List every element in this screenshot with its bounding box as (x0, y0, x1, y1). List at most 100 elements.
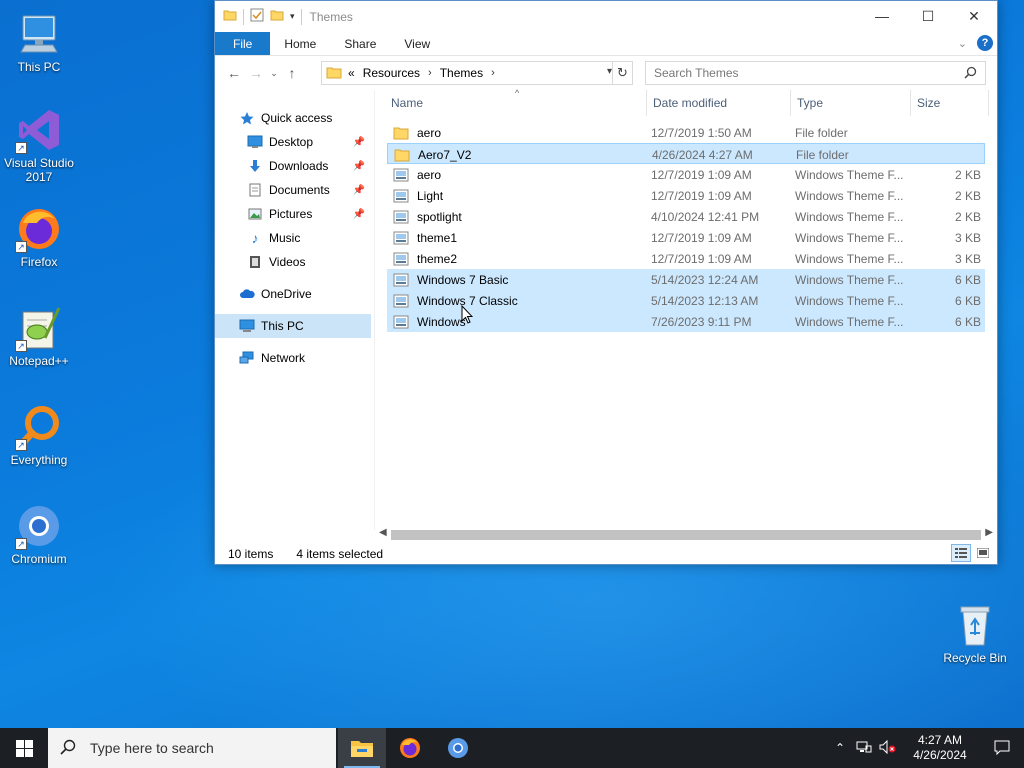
file-row[interactable]: spotlight 4/10/2024 12:41 PM Windows The… (387, 206, 985, 227)
taskbar-firefox[interactable] (386, 728, 434, 768)
desktop-icon-label: Everything (10, 453, 68, 467)
nav-item-onedrive[interactable]: OneDrive (215, 282, 371, 306)
breadcrumb-themes[interactable]: Themes (440, 66, 483, 80)
file-row[interactable]: Windows 7 Classic 5/14/2023 12:13 AM Win… (387, 290, 985, 311)
address-bar[interactable]: « Resources › Themes › ▾ ↻ (321, 61, 633, 85)
desktop-icon (247, 134, 263, 150)
picture-icon (247, 206, 263, 222)
tab-share[interactable]: Share (330, 32, 390, 55)
desktop-icon-label: Visual Studio 2017 (4, 156, 74, 184)
back-arrow-icon[interactable]: ← (223, 65, 245, 81)
nav-item-music[interactable]: ♪ Music (215, 226, 371, 250)
scrollbar-thumb[interactable] (391, 530, 981, 540)
file-row[interactable]: theme1 12/7/2019 1:09 AM Windows Theme F… (387, 227, 985, 248)
scroll-right-arrow-icon[interactable]: ▶ (985, 527, 993, 538)
visual-studio-icon: ↗ (15, 106, 63, 154)
desktop-icon-firefox[interactable]: ↗ Firefox (0, 205, 78, 269)
file-row[interactable]: aero 12/7/2019 1:09 AM Windows Theme F..… (387, 164, 985, 185)
forward-arrow-icon[interactable]: → (245, 65, 267, 81)
file-row[interactable]: aero 12/7/2019 1:50 AM File folder (387, 122, 985, 143)
nav-item-videos[interactable]: Videos (215, 250, 371, 274)
maximize-button[interactable]: ☐ (905, 1, 951, 31)
minimize-button[interactable]: — (859, 1, 905, 31)
windows-logo-icon (15, 739, 33, 757)
large-icons-view-icon[interactable] (973, 544, 993, 562)
nav-item-desktop[interactable]: Desktop 📌 (215, 130, 371, 154)
nav-item-this-pc[interactable]: This PC (215, 314, 371, 338)
desktop-icon-notepad-plus-plus[interactable]: ↗ Notepad++ (0, 304, 78, 368)
details-view-icon[interactable] (951, 544, 971, 562)
file-row[interactable]: theme2 12/7/2019 1:09 AM Windows Theme F… (387, 248, 985, 269)
music-note-icon: ♪ (251, 230, 259, 246)
search-icon[interactable] (964, 66, 977, 82)
new-folder-icon[interactable] (270, 8, 284, 25)
pin-icon[interactable]: 📌 (353, 161, 365, 172)
column-header-name[interactable]: Name (387, 90, 647, 116)
chevron-right-icon[interactable]: › (491, 67, 495, 79)
nav-item-quick-access[interactable]: Quick access (215, 106, 371, 130)
pin-icon[interactable]: 📌 (353, 209, 365, 220)
taskbar-chromium[interactable] (434, 728, 482, 768)
customize-toolbar-chevron-icon[interactable]: ▾ (290, 11, 295, 22)
nav-item-pictures[interactable]: Pictures 📌 (215, 202, 371, 226)
volume-muted-icon[interactable] (876, 739, 900, 757)
download-arrow-icon (247, 158, 263, 174)
action-center-button[interactable] (980, 740, 1024, 756)
file-row[interactable]: Windows 7 Basic 5/14/2023 12:24 AM Windo… (387, 269, 985, 290)
nav-item-network[interactable]: Network (215, 346, 371, 370)
folder-icon[interactable] (223, 8, 237, 25)
pin-icon[interactable]: 📌 (353, 185, 365, 196)
notepad-plus-plus-icon: ↗ (15, 304, 63, 352)
tab-home[interactable]: Home (270, 32, 330, 55)
network-status-icon[interactable] (852, 740, 876, 757)
close-button[interactable]: ✕ (951, 1, 997, 31)
desktop-icon-recycle-bin[interactable]: Recycle Bin (936, 601, 1014, 665)
shortcut-arrow-icon: ↗ (15, 241, 27, 253)
tab-file[interactable]: File (215, 32, 271, 55)
file-row[interactable]: Light 12/7/2019 1:09 AM Windows Theme F.… (387, 185, 985, 206)
title-bar[interactable]: ▾ Themes — ☐ ✕ (215, 1, 997, 32)
theme-file-icon (393, 209, 409, 225)
desktop-icon-everything[interactable]: ↗ Everything (0, 403, 78, 467)
start-button[interactable] (0, 728, 48, 768)
column-header-size[interactable]: Size (913, 90, 989, 116)
refresh-icon[interactable]: ↻ (612, 62, 632, 84)
shortcut-arrow-icon: ↗ (15, 340, 27, 352)
nav-item-documents[interactable]: Documents 📌 (215, 178, 371, 202)
clock-time: 4:27 AM (917, 733, 963, 747)
file-row[interactable]: Aero7_V2 4/26/2024 4:27 AM File folder (387, 143, 985, 164)
up-arrow-icon[interactable]: ↑ (281, 65, 303, 81)
recent-locations-chevron-icon[interactable]: ⌄ (267, 68, 281, 79)
taskbar-search-placeholder: Type here to search (90, 740, 214, 756)
chevron-up-icon[interactable]: ⌃ (828, 741, 852, 755)
taskbar-search-box[interactable]: Type here to search (48, 728, 336, 768)
pin-icon[interactable]: 📌 (353, 137, 365, 148)
desktop-icon-label: This PC (17, 60, 61, 74)
shortcut-arrow-icon: ↗ (15, 538, 27, 550)
file-row[interactable]: Windows 7/26/2023 9:11 PM Windows Theme … (387, 311, 985, 332)
search-box[interactable]: Search Themes (645, 61, 986, 85)
chevron-right-icon[interactable]: › (428, 67, 432, 79)
horizontal-scrollbar[interactable]: ◀ ▶ (375, 526, 997, 543)
scroll-left-arrow-icon[interactable]: ◀ (379, 527, 387, 538)
taskbar-clock[interactable]: 4:27 AM 4/26/2024 (900, 733, 980, 763)
taskbar-file-explorer[interactable] (338, 728, 386, 768)
status-bar: 10 items 4 items selected (215, 544, 997, 564)
nav-item-downloads[interactable]: Downloads 📌 (215, 154, 371, 178)
tab-view[interactable]: View (390, 32, 444, 55)
folder-icon (394, 147, 410, 163)
desktop-icon-label: Chromium (11, 552, 67, 566)
column-headers: ^ Name Date modified Type Size (387, 88, 989, 116)
everything-search-icon: ↗ (15, 403, 63, 451)
ribbon-tabs: File Home Share View ⌄ ? (215, 32, 997, 56)
help-icon[interactable]: ? (977, 35, 993, 51)
breadcrumb-resources[interactable]: Resources (363, 66, 420, 80)
desktop-icon-this-pc[interactable]: This PC (0, 10, 78, 74)
breadcrumb-overflow[interactable]: « (348, 66, 355, 80)
desktop-icon-chromium[interactable]: ↗ Chromium (0, 502, 78, 566)
properties-icon[interactable] (250, 8, 264, 25)
column-header-date-modified[interactable]: Date modified (649, 90, 791, 116)
expand-ribbon-chevron-icon[interactable]: ⌄ (958, 37, 967, 50)
column-header-type[interactable]: Type (793, 90, 911, 116)
desktop-icon-visual-studio[interactable]: ↗ Visual Studio 2017 (0, 106, 78, 184)
